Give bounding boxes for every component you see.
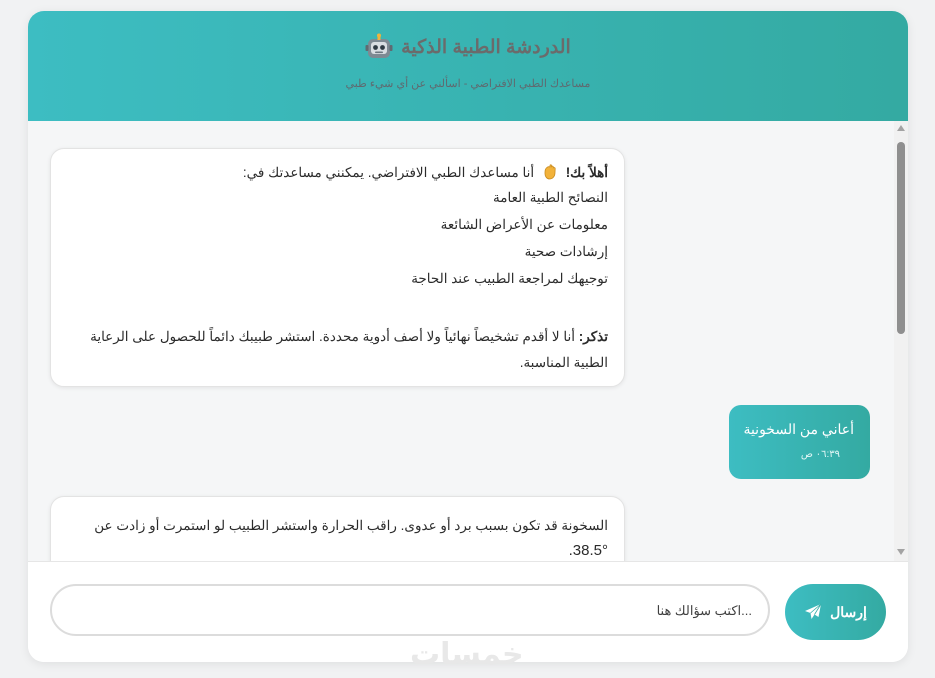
- send-button-label: إرسال: [830, 603, 867, 620]
- list-item: إرشادات صحية: [524, 244, 608, 259]
- reminder-label: تذكر:: [578, 329, 608, 344]
- reply-line-1: السخونة قد تكون بسبب برد أو عدوى. راقب ا…: [94, 518, 608, 533]
- watermark-logo: خمسات: [410, 637, 524, 672]
- bot-reply-text: السخونة قد تكون بسبب برد أو عدوى. راقب ا…: [65, 513, 608, 561]
- waving-hand-icon: [541, 163, 559, 181]
- robot-icon: [365, 33, 393, 61]
- reminder-text: أنا لا أقدم تشخيصاً نهائياً ولا أصف أدوي…: [90, 329, 608, 370]
- scrollbar-thumb[interactable]: [897, 142, 905, 334]
- user-message-text: أعاني من السخونية: [743, 421, 854, 437]
- welcome-intro: أنا مساعدك الطبي الافتراضي. يمكنني مساعد…: [242, 165, 535, 180]
- message-input[interactable]: [50, 584, 770, 636]
- scroll-up-arrow-icon[interactable]: [897, 125, 905, 131]
- paper-plane-icon: [804, 603, 822, 621]
- list-item: معلومات عن الأعراض الشائعة: [440, 217, 608, 232]
- scroll-down-arrow-icon[interactable]: [897, 549, 905, 555]
- list-item: النصائح الطبية العامة: [492, 190, 608, 205]
- chat-scrollbar[interactable]: [894, 121, 908, 561]
- welcome-greeting: أهلاً بك!: [565, 165, 608, 180]
- page-subtitle: مساعدك الطبي الافتراضي - اسألني عن أي شي…: [345, 78, 591, 90]
- chat-messages-area[interactable]: أهلاً بك! أنا مساعدك الطبي الافتراضي. يم…: [28, 121, 908, 561]
- list-item: توجيهك لمراجعة الطبيب عند الحاجة: [411, 271, 608, 286]
- chat-card: الدردشة الطبية الذكية مساعدك الطبي الافت…: [28, 11, 908, 662]
- user-message-time: ٠٦:٣٩ ص: [800, 449, 840, 460]
- welcome-intro-line: أهلاً بك! أنا مساعدك الطبي الافتراضي. يم…: [67, 163, 608, 181]
- bot-reply-message: السخونة قد تكون بسبب برد أو عدوى. راقب ا…: [50, 496, 625, 561]
- welcome-reminder: تذكر: أنا لا أقدم تشخيصاً نهائياً ولا أص…: [67, 324, 608, 376]
- send-button[interactable]: إرسال: [785, 584, 886, 640]
- user-message: أعاني من السخونية ٠٦:٣٩ ص: [729, 405, 870, 479]
- bot-welcome-message: أهلاً بك! أنا مساعدك الطبي الافتراضي. يم…: [50, 148, 625, 387]
- reply-line-2: 38.5°.: [568, 542, 608, 559]
- page-title: الدردشة الطبية الذكية: [401, 36, 571, 58]
- chat-header: الدردشة الطبية الذكية مساعدك الطبي الافت…: [28, 11, 908, 121]
